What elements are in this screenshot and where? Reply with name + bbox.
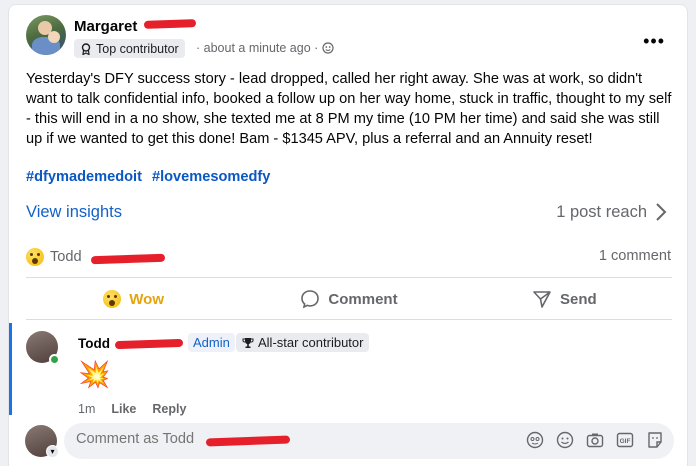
divider: [26, 319, 672, 320]
post-body: Yesterday's DFY success story - lead dro…: [26, 71, 672, 147]
send-icon: [533, 291, 551, 308]
commenter-name[interactable]: Todd: [78, 336, 110, 351]
divider: [26, 277, 672, 278]
comment-item: Todd Admin All-star contributor 💥 1m Lik…: [9, 323, 689, 416]
redaction-mark: [90, 253, 166, 265]
hashtags: #dfymademedoit #lovemesomedfy: [26, 169, 270, 185]
allstar-badge[interactable]: All-star contributor: [236, 333, 370, 352]
view-insights-link[interactable]: View insights: [26, 203, 122, 222]
post-actions: Wow Comment Send: [26, 279, 672, 319]
post-meta: · about a minute ago ·: [196, 41, 334, 55]
svg-text:GIF: GIF: [620, 438, 631, 445]
comment-label: Comment: [328, 290, 398, 308]
reaction-summary[interactable]: Todd: [26, 248, 82, 266]
comment-meta: 1m Like Reply: [78, 402, 186, 416]
comment-count[interactable]: 1 comment: [599, 248, 671, 264]
send-label: Send: [559, 290, 597, 308]
hashtag-link[interactable]: #dfymademedoit: [26, 169, 142, 185]
avatar-sticker-icon[interactable]: [526, 431, 544, 449]
gif-icon[interactable]: GIF: [616, 431, 634, 449]
author-avatar[interactable]: [26, 15, 66, 55]
wow-button[interactable]: Wow: [26, 279, 241, 319]
comment-content: 💥: [78, 359, 111, 389]
send-button[interactable]: Send: [457, 279, 672, 319]
chevron-down-icon[interactable]: ▾: [46, 445, 59, 458]
author-name[interactable]: Margaret: [74, 18, 137, 35]
more-options-icon[interactable]: •••: [643, 31, 665, 52]
post-time[interactable]: · about a minute ago ·: [196, 41, 318, 55]
chevron-right-icon: [656, 203, 667, 221]
online-status-dot: [49, 354, 60, 365]
emoji-icon[interactable]: [556, 431, 574, 449]
reply-button[interactable]: Reply: [152, 402, 186, 416]
admin-badge: Admin: [188, 333, 235, 352]
wow-reaction-icon: [26, 248, 44, 266]
top-contributor-badge[interactable]: Top contributor: [74, 39, 185, 58]
comment-button[interactable]: Comment: [241, 279, 456, 319]
badge-label: Top contributor: [96, 41, 179, 56]
allstar-label: All-star contributor: [258, 335, 364, 350]
post-card: Margaret Top contributor · about a minut…: [8, 4, 688, 466]
contributor-badge-icon: [81, 42, 91, 55]
post-reach-button[interactable]: 1 post reach: [556, 202, 667, 222]
wow-label: Wow: [129, 290, 165, 308]
globe-icon: [322, 42, 334, 54]
camera-icon[interactable]: [586, 431, 604, 449]
redaction-mark: [143, 19, 197, 29]
wow-reaction-icon: [103, 290, 122, 308]
like-button[interactable]: Like: [111, 402, 136, 416]
reactor-name: Todd: [50, 249, 82, 265]
comment-icon: [301, 290, 320, 309]
comment-time[interactable]: 1m: [78, 402, 95, 416]
redaction-mark: [114, 338, 184, 350]
post-reach-label: 1 post reach: [556, 202, 647, 221]
trophy-icon: [242, 337, 254, 348]
composer-icons: GIF: [526, 431, 664, 449]
sticker-icon[interactable]: [646, 431, 664, 449]
hashtag-link[interactable]: #lovemesomedfy: [152, 169, 270, 185]
comment-composer: GIF: [64, 423, 674, 459]
